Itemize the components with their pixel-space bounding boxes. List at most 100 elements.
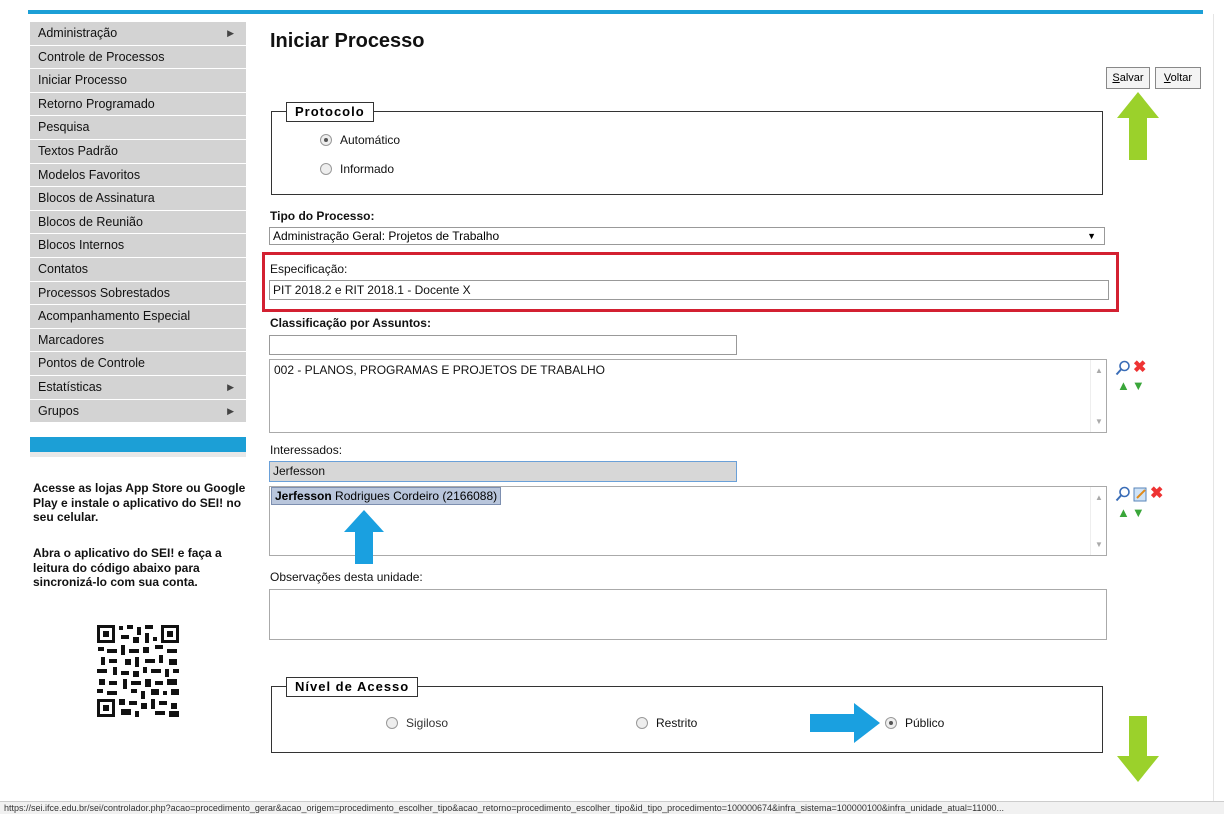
move-down-icon[interactable]: ▼ <box>1132 378 1145 393</box>
sidebar-item-processos-sobrestados[interactable]: Processos Sobrestados <box>30 281 246 306</box>
interessados-actions: ✖ <box>1115 486 1163 502</box>
radio-unselected-icon[interactable] <box>320 163 332 175</box>
radio-restrito[interactable]: Restrito <box>636 716 697 730</box>
radio-label: Restrito <box>656 716 698 730</box>
sidebar-item-label: Blocos Internos <box>38 238 125 253</box>
move-down-icon[interactable]: ▼ <box>1132 505 1145 520</box>
arrow-down-icon <box>1117 716 1159 782</box>
protocolo-fieldset: Protocolo <box>271 102 1103 195</box>
classificacao-order-actions: ▲ ▼ <box>1117 378 1145 393</box>
search-icon[interactable] <box>1115 486 1131 502</box>
sidebar-item-label: Controle de Processos <box>38 49 165 64</box>
radio-informado[interactable]: Informado <box>320 162 394 176</box>
radio-label: Automático <box>340 133 401 147</box>
sidebar-item-iniciar-processo[interactable]: Iniciar Processo <box>30 69 246 93</box>
classificacao-input[interactable] <box>269 335 737 355</box>
classificacao-label: Classificação por Assuntos: <box>270 316 431 330</box>
especificacao-input[interactable]: PIT 2018.2 e RIT 2018.1 - Docente X <box>269 280 1109 300</box>
chevron-right-icon: ▶ <box>227 381 234 392</box>
remove-icon[interactable]: ✖ <box>1133 360 1146 376</box>
observacoes-label: Observações desta unidade: <box>270 570 423 584</box>
radio-selected-icon[interactable] <box>320 134 332 146</box>
sidebar-item-pontos-de-controle[interactable]: Pontos de Controle <box>30 352 246 376</box>
radio-label: Informado <box>340 162 395 176</box>
sidebar-item-label: Marcadores <box>38 332 104 347</box>
sidebar-item-label: Estatísticas <box>38 379 102 394</box>
sidebar-item-contatos[interactable]: Contatos <box>30 257 246 282</box>
arrow-up-icon <box>1117 92 1159 160</box>
qr-code-icon <box>95 623 181 719</box>
radio-publico[interactable]: Público <box>885 716 944 730</box>
sidebar-item-label: Pontos de Controle <box>38 356 146 371</box>
scrollbar[interactable]: ▲ ▼ <box>1090 487 1106 555</box>
interessados-order-actions: ▲ ▼ <box>1117 505 1145 520</box>
right-scroll-edge <box>1213 14 1214 801</box>
interessados-input[interactable]: Jerfesson <box>269 461 737 482</box>
page-root: Administração ▶ Controle de Processos Ini… <box>0 0 1224 814</box>
sidebar-item-label: Modelos Favoritos <box>38 167 141 182</box>
sidebar-menu: Administração ▶ Controle de Processos Ini… <box>30 22 246 424</box>
list-item[interactable]: 002 - PLANOS, PROGRAMAS E PROJETOS DE TR… <box>274 363 1102 377</box>
sidebar-item-controle-de-processos[interactable]: Controle de Processos <box>30 45 246 70</box>
sidebar-item-blocos-de-assinatura[interactable]: Blocos de Assinatura <box>30 187 246 211</box>
sidebar-item-textos-padrao[interactable]: Textos Padrão <box>30 139 246 164</box>
radio-unselected-icon[interactable] <box>386 717 398 729</box>
sidebar-item-label: Textos Padrão <box>38 143 118 158</box>
radio-selected-icon[interactable] <box>885 717 897 729</box>
app-store-text: Acesse as lojas App Store ou Google Play… <box>33 481 246 524</box>
sidebar-item-modelos-favoritos[interactable]: Modelos Favoritos <box>30 163 246 188</box>
radio-unselected-icon[interactable] <box>636 717 648 729</box>
page-title: Iniciar Processo <box>270 30 425 52</box>
sidebar-item-label: Acompanhamento Especial <box>38 309 191 324</box>
radio-label: Sigiloso <box>406 716 449 730</box>
sidebar-item-marcadores[interactable]: Marcadores <box>30 328 246 353</box>
sidebar-item-label: Pesquisa <box>38 120 90 135</box>
top-accent-bar <box>28 10 1203 14</box>
edit-icon[interactable] <box>1133 487 1148 502</box>
sidebar-item-acompanhamento-especial[interactable]: Acompanhamento Especial <box>30 305 246 329</box>
observacoes-textarea[interactable] <box>269 589 1107 640</box>
sync-instructions-text: Abra o aplicativo do SEI! e faça a leitu… <box>33 546 222 589</box>
sidebar-item-label: Iniciar Processo <box>38 73 127 88</box>
sidebar-item-label: Contatos <box>38 261 89 276</box>
sidebar-item-retorno-programado[interactable]: Retorno Programado <box>30 92 246 117</box>
nivel-acesso-legend: Nível de Acesso <box>286 677 419 697</box>
tipo-processo-value: Administração Geral: Projetos de Trabalh… <box>273 229 500 243</box>
chevron-right-icon: ▶ <box>227 28 234 38</box>
sidebar-item-administracao[interactable]: Administração ▶ <box>30 22 246 46</box>
back-button[interactable]: Voltar <box>1155 67 1201 89</box>
dropdown-caret-icon: ▼ <box>1087 231 1096 241</box>
sidebar-item-label: Administração <box>38 26 118 40</box>
move-up-icon[interactable]: ▲ <box>1117 505 1130 520</box>
suggestion-match: Jerfesson <box>275 489 332 503</box>
chevron-right-icon: ▶ <box>227 405 234 416</box>
search-icon[interactable] <box>1115 360 1131 376</box>
sidebar-item-blocos-internos[interactable]: Blocos Internos <box>30 234 246 258</box>
radio-automatico[interactable]: Automático <box>320 133 400 147</box>
sidebar-item-pesquisa[interactable]: Pesquisa <box>30 116 246 140</box>
arrow-up-icon <box>344 510 384 564</box>
tipo-processo-select[interactable]: Administração Geral: Projetos de Trabalh… <box>269 227 1105 245</box>
sidebar-item-label: Grupos <box>38 403 79 418</box>
save-button[interactable]: Salvar <box>1106 67 1150 89</box>
radio-label: Público <box>905 716 945 730</box>
sidebar-accent-bar <box>30 437 246 457</box>
sidebar-item-grupos[interactable]: Grupos ▶ <box>30 399 246 424</box>
move-up-icon[interactable]: ▲ <box>1117 378 1130 393</box>
tipo-processo-label: Tipo do Processo: <box>270 209 375 223</box>
sidebar-item-label: Retorno Programado <box>38 96 155 111</box>
sidebar-item-estatisticas[interactable]: Estatísticas ▶ <box>30 375 246 400</box>
sidebar-item-blocos-de-reuniao[interactable]: Blocos de Reunião <box>30 210 246 235</box>
interessados-label: Interessados: <box>270 443 343 457</box>
suggestion-rest: Rodrigues Cordeiro (2166088) <box>331 489 498 503</box>
sidebar-item-label: Processos Sobrestados <box>38 285 171 300</box>
radio-sigiloso[interactable]: Sigiloso <box>386 716 448 730</box>
scrollbar[interactable]: ▲ ▼ <box>1090 360 1106 432</box>
protocolo-legend: Protocolo <box>286 102 374 122</box>
classificacao-actions: ✖ <box>1115 360 1146 376</box>
sidebar-item-label: Blocos de Assinatura <box>38 191 155 206</box>
sidebar-item-label: Blocos de Reunião <box>38 214 143 229</box>
autocomplete-suggestion[interactable]: Jerfesson Rodrigues Cordeiro (2166088) <box>271 487 502 505</box>
remove-icon[interactable]: ✖ <box>1150 486 1163 502</box>
classificacao-list[interactable]: 002 - PLANOS, PROGRAMAS E PROJETOS DE TR… <box>269 359 1107 433</box>
